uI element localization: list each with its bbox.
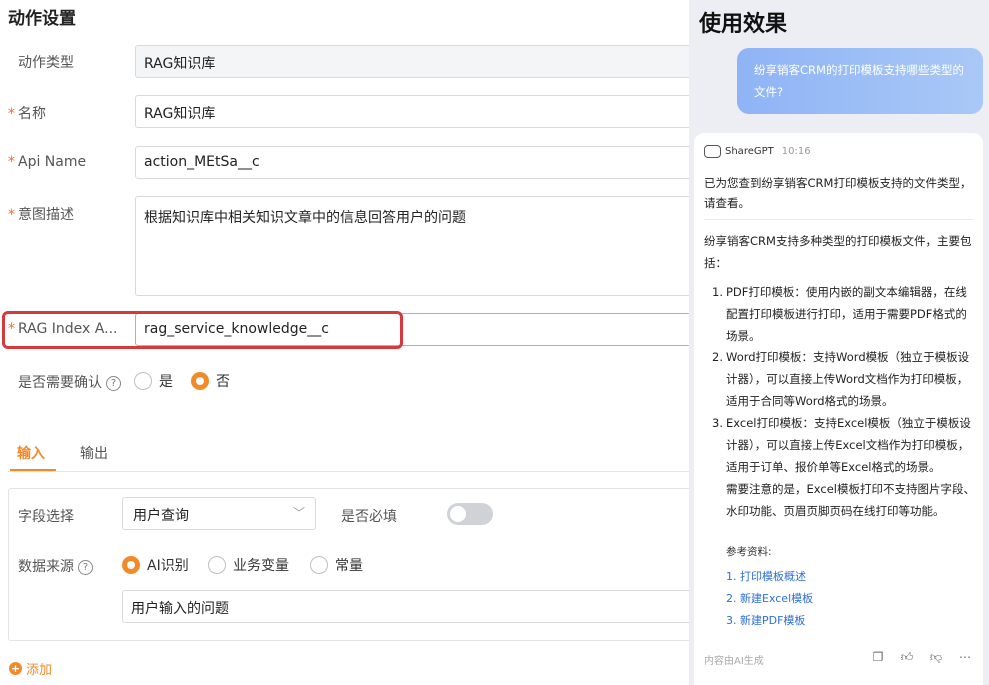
name-label: * 名称 bbox=[8, 106, 46, 122]
reference-link[interactable]: 1. 打印模板概述 bbox=[726, 568, 806, 584]
action-settings-panel: 动作设置 动作类型 RAG知识库 * 名称 RAG知识库 * Api Name ac… bbox=[0, 0, 708, 685]
user-message-bubble: 纷享销客CRM的打印模板支持哪些类型的文件? bbox=[737, 48, 983, 114]
required-toggle[interactable] bbox=[447, 503, 493, 525]
usage-effect-panel: 使用效果 纷享销客CRM的打印模板支持哪些类型的文件? ShareGPT 10:… bbox=[689, 0, 989, 685]
more-icon[interactable]: ⋯ bbox=[957, 649, 973, 665]
list-item: 1. PDF打印模板：使用内嵌的副文本编辑器，在线配置打印模板进行打印，适用于需要… bbox=[712, 285, 967, 343]
answer-intro: 纷享销客CRM支持多种类型的打印模板文件，主要包括： bbox=[704, 234, 972, 270]
required-mark: * bbox=[8, 106, 15, 122]
field-select-dropdown[interactable]: 用户查询 ﹀ bbox=[122, 497, 316, 530]
answer-summary: 已为您查到纷享销客CRM打印模板支持的文件类型，请查看。 bbox=[704, 176, 972, 210]
help-icon: ? bbox=[106, 376, 121, 391]
active-tab-indicator bbox=[10, 469, 56, 471]
action-type-field: RAG知识库 bbox=[135, 45, 705, 78]
action-type-label: 动作类型 bbox=[18, 55, 74, 71]
thumbs-up-icon[interactable]: 👍︎ bbox=[899, 649, 915, 665]
api-name-label: * Api Name bbox=[8, 154, 87, 170]
effect-title: 使用效果 bbox=[699, 12, 788, 37]
divider bbox=[704, 219, 974, 220]
message-time: 10:16 bbox=[781, 146, 811, 157]
confirm-yes-radio[interactable]: 是 bbox=[134, 371, 173, 391]
intent-label: * 意图描述 bbox=[8, 207, 74, 223]
bot-icon bbox=[704, 145, 721, 158]
chevron-down-icon: ﹀ bbox=[292, 506, 305, 520]
tab-divider bbox=[8, 471, 708, 472]
list-item: 2. Word打印模板：支持Word模板（独立于模板设计器），可以直接上传Word… bbox=[712, 350, 970, 408]
tab-input[interactable]: 输入 bbox=[17, 443, 45, 463]
bot-answer-card: ShareGPT 10:16 已为您查到纷享销客CRM打印模板支持的文件类型，请… bbox=[694, 133, 983, 685]
required-toggle-label: 是否必填 bbox=[341, 509, 397, 525]
source-ai-radio[interactable]: AI识别 bbox=[122, 555, 189, 575]
confirm-no-radio[interactable]: 否 bbox=[191, 371, 230, 391]
reference-link[interactable]: 2. 新建Excel模板 bbox=[726, 590, 813, 606]
required-mark: * bbox=[8, 207, 15, 223]
list-item: 3. Excel打印模板：支持Excel模板（独立于模板设计器），可以直接上传Ex… bbox=[712, 416, 971, 474]
data-source-label: 数据来源? bbox=[18, 556, 93, 576]
plus-icon: + bbox=[9, 662, 22, 675]
confirm-label: 是否需要确认? bbox=[18, 372, 121, 392]
tab-output[interactable]: 输出 bbox=[80, 443, 108, 463]
section-title: 动作设置 bbox=[8, 9, 76, 29]
add-button[interactable]: + 添加 bbox=[9, 659, 52, 678]
references-title: 参考资料: bbox=[726, 546, 772, 558]
answer-note: 需要注意的是，Excel模板打印不支持图片字段、水印功能、页眉页脚页码在线打印等… bbox=[726, 482, 975, 518]
ai-generated-note: 内容由AI生成 bbox=[704, 656, 764, 667]
required-mark: * bbox=[8, 154, 15, 170]
name-input[interactable]: RAG知识库 bbox=[135, 95, 705, 128]
source-variable-radio[interactable]: 业务变量 bbox=[208, 555, 289, 575]
bot-name: ShareGPT bbox=[725, 146, 774, 157]
highlight-box bbox=[2, 311, 403, 349]
data-source-input[interactable]: 用户输入的问题 bbox=[122, 590, 702, 623]
thumbs-down-icon[interactable]: 👎︎ bbox=[928, 649, 944, 665]
message-actions: ❐ 👍︎ 👎︎ ⋯ bbox=[870, 649, 973, 665]
copy-icon[interactable]: ❐ bbox=[870, 649, 886, 665]
reference-link[interactable]: 3. 新建PDF模板 bbox=[726, 612, 805, 628]
source-constant-radio[interactable]: 常量 bbox=[310, 555, 363, 575]
bot-header: ShareGPT 10:16 bbox=[704, 145, 811, 158]
api-name-input[interactable]: action_MEtSa__c bbox=[135, 146, 705, 179]
help-icon: ? bbox=[78, 560, 93, 575]
intent-textarea[interactable]: 根据知识库中相关知识文章中的信息回答用户的问题 bbox=[135, 196, 705, 296]
field-select-label: 字段选择 bbox=[18, 509, 74, 525]
